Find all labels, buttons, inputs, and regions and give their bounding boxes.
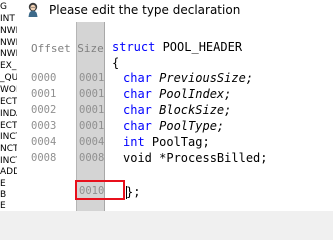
app-doll-icon xyxy=(26,2,40,17)
type-keyword: char xyxy=(123,71,152,85)
type-keyword: char xyxy=(123,119,152,133)
type-keyword: void xyxy=(123,151,152,165)
dialog-title: Please edit the type declaration xyxy=(49,3,241,17)
size-highlight-annotation xyxy=(75,180,125,200)
field-line: void *ProcessBilled; xyxy=(123,150,268,166)
offset-cell: 0003 xyxy=(31,120,57,132)
type-keyword: char xyxy=(123,87,152,101)
size-cell: 0008 xyxy=(79,152,105,164)
size-cell: 0001 xyxy=(79,88,105,100)
bg-line: NWR xyxy=(0,49,17,59)
bg-line: E xyxy=(0,201,6,211)
bg-line: B xyxy=(0,190,7,200)
field-name: PreviousSize; xyxy=(151,71,254,85)
bg-line: EX_I xyxy=(0,61,17,71)
field-name: PoolTag; xyxy=(144,135,210,149)
offset-cell: 0002 xyxy=(31,104,57,116)
closing-brace: }; xyxy=(126,185,141,199)
text-caret xyxy=(126,186,127,199)
bg-line: ECT xyxy=(0,97,17,107)
size-header: Size xyxy=(77,42,104,55)
bg-line: INDA xyxy=(0,109,17,119)
offset-cell: 0004 xyxy=(31,136,57,148)
size-cell: 0004 xyxy=(79,136,105,148)
size-cell: 0001 xyxy=(79,72,105,84)
bg-line: NWR xyxy=(0,38,17,48)
offset-header: Offset xyxy=(31,42,71,55)
bg-line: NCT xyxy=(0,144,17,154)
field-name: PoolType; xyxy=(151,119,225,133)
type-keyword: char xyxy=(123,103,152,117)
field-name: PoolIndex; xyxy=(151,87,232,101)
bg-line: INT xyxy=(0,14,15,24)
bg-line: ECT xyxy=(0,121,17,131)
offset-cell: 0008 xyxy=(31,152,57,164)
bg-line: WOI xyxy=(0,85,17,95)
bg-line: NWR xyxy=(0,26,17,36)
code-area[interactable]: struct POOL_HEADER { char PreviousSize; … xyxy=(109,22,333,211)
bg-line: ADD xyxy=(0,167,17,177)
bg-line: _QU xyxy=(0,73,17,83)
field-name: BlockSize; xyxy=(151,103,232,117)
bg-line: G xyxy=(0,2,7,12)
field-line: char BlockSize; xyxy=(123,102,231,118)
type-keyword: int xyxy=(123,135,145,149)
offset-cell: 0000 xyxy=(31,72,57,84)
declaration-editor[interactable]: Offset Size 0000 0001 0001 0001 0002 000… xyxy=(17,22,333,211)
struct-declaration-line: struct POOL_HEADER xyxy=(112,39,242,55)
bg-line: E xyxy=(0,179,6,189)
title-bar[interactable]: Please edit the type declaration xyxy=(17,0,333,22)
type-declaration-dialog: Please edit the type declaration Offset … xyxy=(17,0,333,211)
bg-line: INCT xyxy=(0,156,17,166)
field-name: *ProcessBilled; xyxy=(151,151,268,165)
field-line: int PoolTag; xyxy=(123,134,210,150)
field-line: char PreviousSize; xyxy=(123,70,253,86)
field-line: char PoolType; xyxy=(123,118,224,134)
open-brace: { xyxy=(112,56,120,70)
background-window-text: G INT NWR NWR NWR EX_I _QU WOI ECT INDA … xyxy=(0,0,17,211)
size-cell: 0001 xyxy=(79,120,105,132)
bg-line: INCT xyxy=(0,132,17,142)
keyword: struct xyxy=(112,40,156,54)
field-line: char PoolIndex; xyxy=(123,86,231,102)
offset-cell: 0001 xyxy=(31,88,57,100)
struct-name: POOL_HEADER xyxy=(155,40,243,54)
size-cell: 0001 xyxy=(79,104,105,116)
